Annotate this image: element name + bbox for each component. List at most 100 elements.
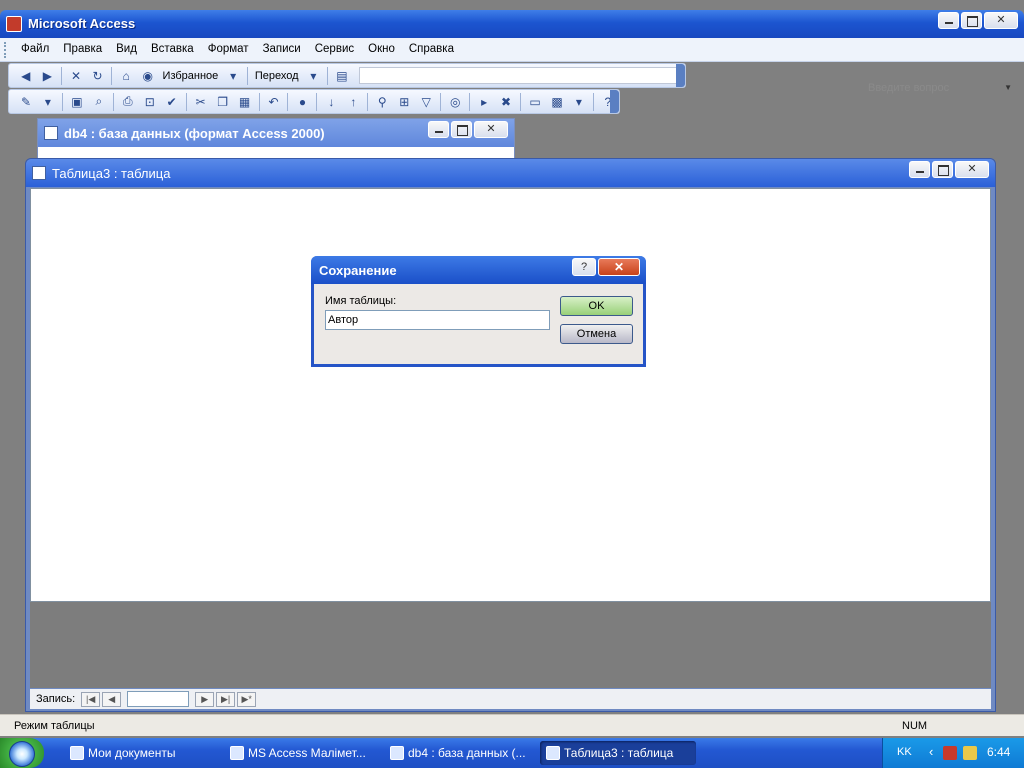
chevron-down-icon[interactable]: ▼ [1004, 80, 1012, 96]
table-window-titlebar[interactable]: Таблица3 : таблица [26, 159, 995, 187]
minimize-icon[interactable] [938, 12, 959, 29]
toolbar-separator [367, 92, 369, 111]
new-record-nav-icon[interactable]: ▶* [237, 691, 257, 707]
datasheet-area[interactable] [30, 188, 991, 602]
restore-icon[interactable] [961, 12, 982, 29]
stop-icon[interactable]: ✕ [67, 67, 85, 85]
menu-format[interactable]: Формат [201, 43, 256, 55]
record-number-field[interactable] [127, 691, 190, 707]
file-search-icon[interactable]: ⌕ [90, 93, 108, 111]
ask-question-box[interactable]: Введите вопрос ▼ [864, 80, 1014, 96]
find-icon[interactable]: ◎ [446, 93, 464, 111]
copy-icon[interactable]: ❐ [214, 93, 232, 111]
print-preview-icon[interactable]: ⊡ [141, 93, 159, 111]
app-title: Microsoft Access [28, 16, 136, 31]
menu-insert[interactable]: Вставка [144, 43, 201, 55]
menu-tools[interactable]: Сервис [308, 43, 361, 55]
taskbar-item-ms-access-doc[interactable]: MS Access Малімет... [224, 741, 380, 765]
toolbar-separator [469, 92, 471, 111]
next-record-icon[interactable]: ▶ [195, 691, 215, 707]
print-icon[interactable]: ⎙ [119, 93, 137, 111]
refresh-icon[interactable]: ↻ [89, 67, 107, 85]
home-icon[interactable]: ⌂ [117, 67, 135, 85]
table-name-input[interactable]: Автор [325, 310, 550, 330]
toolbar-options-icon[interactable] [676, 64, 685, 87]
help-button[interactable]: ? [572, 258, 596, 276]
spelling-icon[interactable]: ✔ [163, 93, 181, 111]
toolbar-options-icon[interactable] [610, 90, 619, 113]
show-only-web-toolbar-icon[interactable]: ▤ [333, 67, 351, 85]
last-record-icon[interactable]: ▶| [216, 691, 236, 707]
app-titlebar[interactable]: Microsoft Access [0, 10, 1024, 38]
favorites-dropdown-icon[interactable]: ▾ [224, 67, 242, 85]
start-button[interactable] [0, 738, 44, 768]
cut-icon[interactable]: ✂ [192, 93, 210, 111]
ok-button[interactable]: OK [560, 296, 633, 316]
goto-dropdown-icon[interactable]: ▾ [305, 67, 323, 85]
filter-by-form-icon[interactable]: ⊞ [395, 93, 413, 111]
database-window-icon [44, 126, 58, 140]
taskbar-item-my-documents[interactable]: Мои документы [64, 741, 220, 765]
minimize-icon[interactable] [909, 161, 930, 178]
goto-menu[interactable]: Переход [251, 70, 303, 82]
minimize-icon[interactable] [428, 121, 449, 138]
taskbar-item-label: Мои документы [88, 746, 176, 760]
maximize-icon[interactable] [932, 161, 953, 178]
close-icon[interactable] [984, 12, 1018, 29]
save-dialog-controls: ? ✕ [572, 258, 640, 276]
save-dialog-titlebar[interactable]: Сохранение ? ✕ [311, 256, 646, 284]
table-window-title: Таблица3 : таблица [52, 166, 171, 181]
datasheet-empty-area [30, 602, 991, 688]
menu-window[interactable]: Окно [361, 43, 402, 55]
apply-filter-icon[interactable]: ▽ [417, 93, 435, 111]
menu-help[interactable]: Справка [402, 43, 461, 55]
taskbar-item-label: Таблица3 : таблица [564, 746, 674, 760]
close-icon[interactable] [955, 161, 989, 178]
taskbar-item-db4[interactable]: db4 : база данных (... [384, 741, 534, 765]
new-record-icon[interactable]: ▸ [475, 93, 493, 111]
menu-bar: Файл Правка Вид Вставка Формат Записи Се… [0, 38, 1024, 94]
address-combobox[interactable] [358, 67, 686, 84]
close-icon[interactable]: ✕ [598, 258, 640, 276]
menu-edit[interactable]: Правка [56, 43, 109, 55]
first-record-icon[interactable]: |◀ [81, 691, 101, 707]
forward-icon[interactable]: ▶ [39, 67, 57, 85]
back-icon[interactable]: ◀ [17, 67, 35, 85]
favorites-menu[interactable]: Избранное [159, 70, 223, 82]
close-icon[interactable] [474, 121, 508, 138]
chevron-left-icon[interactable]: ‹ [929, 744, 933, 759]
maximize-icon[interactable] [451, 121, 472, 138]
paste-icon[interactable]: ▦ [236, 93, 254, 111]
sort-ascending-icon[interactable]: ↓ [322, 93, 340, 111]
volume-icon[interactable] [963, 746, 977, 760]
previous-record-icon[interactable]: ◀ [102, 691, 122, 707]
view-icon[interactable]: ✎ [17, 93, 35, 111]
clock[interactable]: 6:44 [987, 745, 1010, 759]
search-web-icon[interactable]: ◉ [139, 67, 157, 85]
network-icon[interactable] [943, 746, 957, 760]
sort-descending-icon[interactable]: ↑ [344, 93, 362, 111]
filter-by-selection-icon[interactable]: ⚲ [373, 93, 391, 111]
language-indicator[interactable]: KK [897, 746, 912, 758]
menu-view[interactable]: Вид [109, 43, 144, 55]
undo-icon[interactable]: ↶ [265, 93, 283, 111]
menu-records[interactable]: Записи [256, 43, 308, 55]
menu-file[interactable]: Файл [14, 43, 56, 55]
toolbar-grip[interactable] [4, 42, 7, 58]
new-object-dropdown-icon[interactable]: ▾ [570, 93, 588, 111]
toolbar-separator [61, 66, 63, 85]
cancel-button[interactable]: Отмена [560, 324, 633, 344]
delete-record-icon[interactable]: ✖ [497, 93, 515, 111]
database-window-controls [428, 121, 508, 138]
database-window-icon[interactable]: ▭ [526, 93, 544, 111]
toolbar-separator [316, 92, 318, 111]
database-window-titlebar[interactable]: db4 : база данных (формат Access 2000) [38, 119, 514, 147]
save-icon[interactable]: ▣ [68, 93, 86, 111]
web-toolbar: ◀ ▶ ✕ ↻ ⌂ ◉ Избранное ▾ Переход ▾ ▤ [8, 63, 686, 88]
hyperlink-icon[interactable]: ● [293, 93, 311, 111]
ask-question-placeholder: Введите вопрос [868, 82, 950, 94]
view-dropdown-icon[interactable]: ▾ [39, 93, 57, 111]
access-app: Microsoft Access Файл Правка Вид Вставка… [0, 0, 1024, 768]
taskbar-item-table3[interactable]: Таблица3 : таблица [540, 741, 696, 765]
new-object-icon[interactable]: ▩ [548, 93, 566, 111]
